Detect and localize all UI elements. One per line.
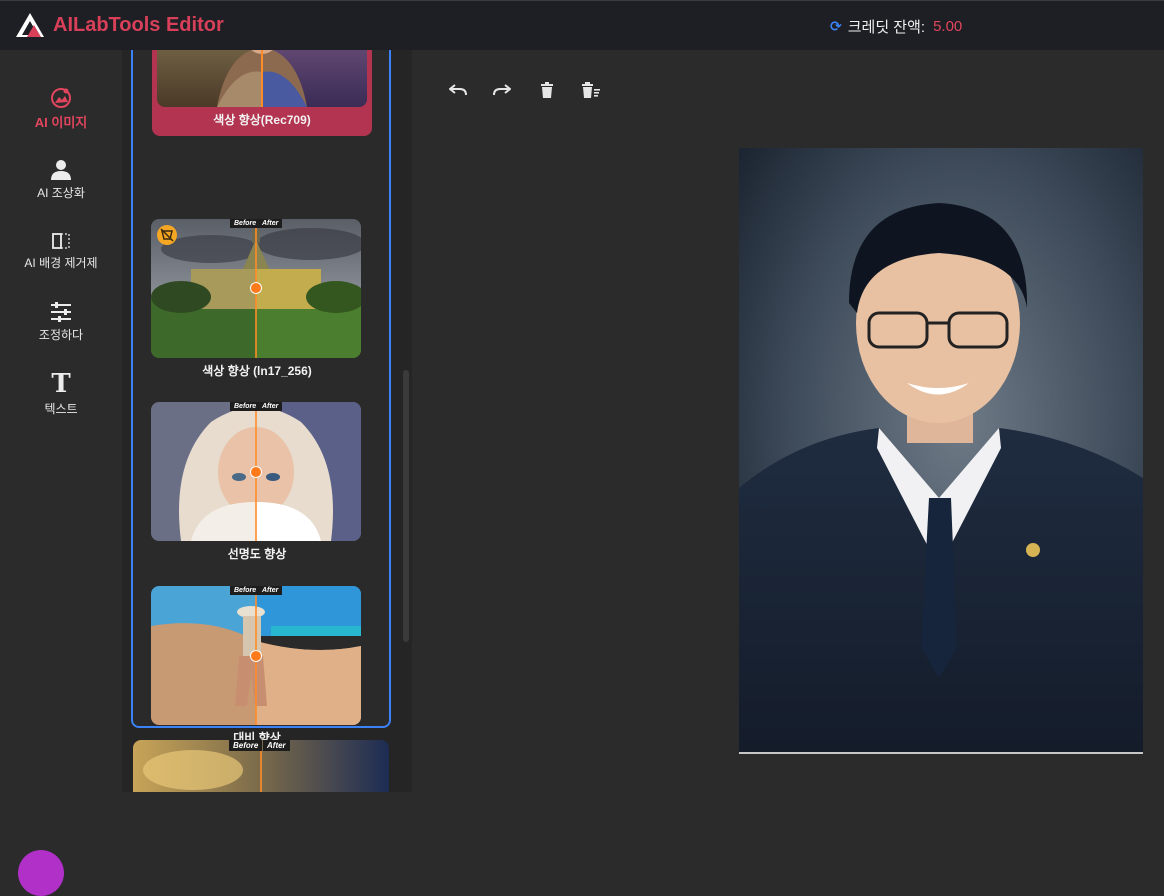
sidebar-item-label: AI 배경 제거제	[24, 256, 98, 270]
delete-icon	[541, 82, 553, 98]
user-avatar[interactable]	[18, 850, 64, 896]
effect-thumbnail: Before After	[151, 219, 361, 358]
app-title: AILabTools Editor	[53, 14, 224, 36]
sidebar-item-text[interactable]: T 텍스트	[0, 369, 122, 417]
effect-card-label: 색상 향상(Rec709)	[213, 113, 311, 127]
clear-all-button[interactable]	[579, 78, 603, 102]
effect-card-label: 색상 향상 (ln17_256)	[202, 364, 312, 378]
sidebar-item-ai-portrait[interactable]: AI 조상화	[0, 158, 122, 201]
before-tag: Before	[230, 586, 261, 595]
undo-icon	[449, 84, 467, 96]
before-tag: Before	[230, 219, 261, 228]
sidebar-item-label: 조정하다	[38, 328, 84, 342]
after-tag: After	[258, 219, 283, 228]
redo-button[interactable]	[490, 78, 514, 102]
clear-all-icon	[582, 82, 600, 98]
effect-card-label: 선명도 향상	[227, 547, 287, 561]
text-T-icon: T	[51, 369, 71, 399]
portrait-user-icon	[51, 160, 71, 180]
effect-card-ln17[interactable]: Before After 색상 향상 (ln17_256)	[151, 219, 363, 379]
sliders-icon	[51, 302, 71, 322]
effects-group: 색상 향상(Rec709) Before After 색상 향상 (ln17_2…	[131, 50, 391, 745]
effect-card-sharpness[interactable]: Before After 선명도 향상	[151, 402, 363, 562]
after-tag: After	[258, 586, 283, 595]
compare-handle[interactable]	[250, 650, 262, 662]
editor-canvas[interactable]	[739, 148, 1143, 754]
panel-scrollbar[interactable]	[403, 370, 409, 642]
delete-button[interactable]	[535, 78, 559, 102]
before-tag: Before	[229, 740, 263, 751]
tool-sidebar: AI 이미지 AI 조상화 AI 배경 제거제 조정하다 T 텍스트	[0, 50, 122, 810]
after-tag: After	[258, 402, 283, 411]
effect-thumbnail	[157, 50, 367, 107]
effect-card-rec709[interactable]: 색상 향상(Rec709)	[152, 50, 372, 136]
ailabtools-logo-icon	[16, 13, 44, 37]
edit-toolbar	[420, 70, 1164, 110]
before-tag: Before	[230, 402, 261, 411]
sidebar-item-label: 텍스트	[44, 402, 78, 416]
refresh-icon[interactable]: ⟳	[830, 18, 842, 35]
effects-panel: 색상 향상(Rec709) Before After 색상 향상 (ln17_2…	[122, 50, 412, 792]
credit-value: 5.00	[933, 18, 963, 35]
effect-thumbnail: Before After	[151, 586, 361, 725]
after-tag: After	[263, 740, 290, 751]
compare-handle[interactable]	[250, 282, 262, 294]
credit-balance: ⟳ 크레딧 잔액: 5.00	[830, 16, 962, 37]
redo-icon	[493, 84, 511, 96]
sidebar-item-label: AI 이미지	[34, 115, 88, 130]
effect-card-contrast[interactable]: Before After 대비 향상	[151, 586, 363, 746]
effect-thumbnail: Before After	[151, 402, 361, 541]
compare-handle[interactable]	[250, 466, 262, 478]
effect-card-next[interactable]: Before After	[133, 740, 389, 792]
undo-button[interactable]	[446, 78, 470, 102]
top-bar: AILabTools Editor ⟳ 크레딧 잔액: 5.00	[0, 0, 1164, 50]
credit-label: 크레딧 잔액:	[847, 19, 926, 36]
ai-image-icon	[51, 88, 71, 108]
sidebar-item-bg-remove[interactable]: AI 배경 제거제	[0, 232, 122, 271]
portrait-image	[739, 148, 1143, 754]
background-remove-icon	[52, 233, 70, 249]
sidebar-item-adjust[interactable]: 조정하다	[0, 302, 122, 343]
sidebar-item-ai-image[interactable]: AI 이미지	[0, 86, 122, 131]
premium-badge-icon	[157, 225, 177, 245]
sidebar-item-label: AI 조상화	[37, 186, 85, 200]
